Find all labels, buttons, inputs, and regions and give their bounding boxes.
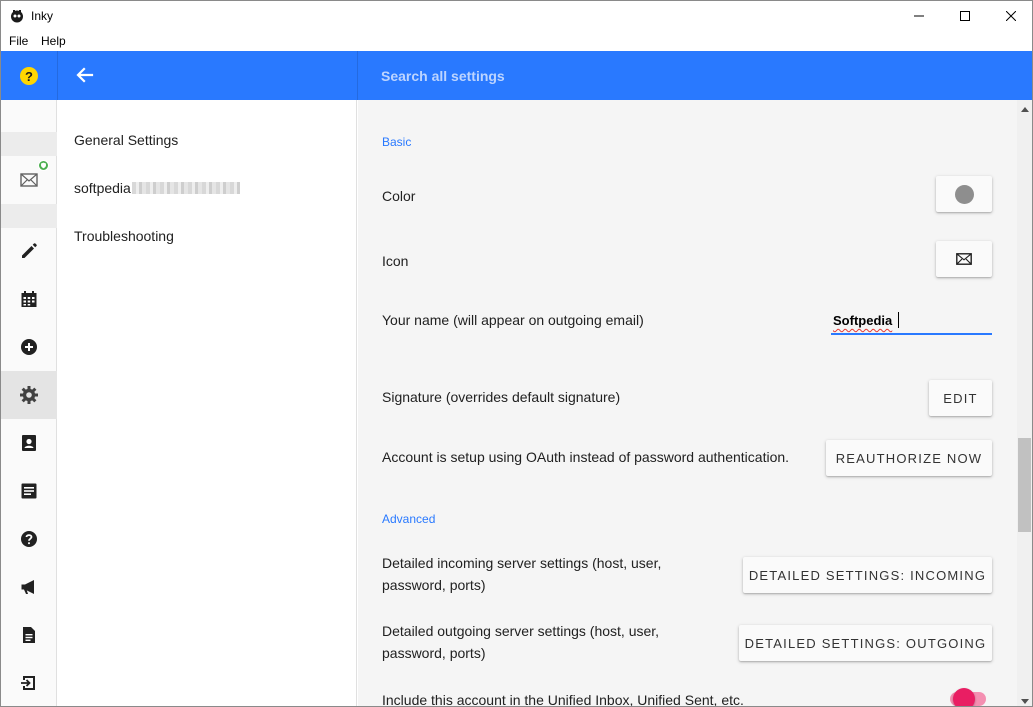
edit-signature-button[interactable]: EDIT	[929, 380, 992, 416]
rail-item-compose[interactable]	[1, 227, 57, 275]
rail-item-notes[interactable]	[1, 467, 57, 515]
app-header: ?	[1, 51, 1032, 100]
rail-item-settings[interactable]	[1, 371, 57, 419]
rail-item-add[interactable]	[1, 323, 57, 371]
incoming-label-line: Detailed incoming server settings (host,…	[382, 555, 662, 571]
nav-item-troubleshooting[interactable]: Troubleshooting	[74, 228, 174, 244]
redacted-email	[131, 182, 240, 194]
help-icon	[21, 531, 37, 547]
your-name-value: Softpedia	[833, 313, 893, 328]
rail-separator	[1, 204, 57, 228]
close-button[interactable]	[988, 1, 1032, 31]
app-window: Inky File Help ? Search all settings Gen…	[0, 0, 1033, 707]
document-icon	[23, 627, 35, 643]
incoming-label: Detailed incoming server settings (host,…	[382, 552, 661, 596]
plus-circle-icon	[21, 339, 37, 355]
chevron-down-icon	[1020, 698, 1029, 704]
header-divider	[357, 51, 358, 100]
detailed-incoming-button[interactable]: DETAILED SETTINGS: INCOMING	[743, 557, 992, 593]
megaphone-icon	[21, 580, 34, 594]
mail-icon	[20, 173, 38, 187]
maximize-button[interactable]	[942, 1, 988, 31]
nav-item-label: Troubleshooting	[74, 228, 174, 244]
outgoing-label-line: password, ports)	[382, 645, 486, 661]
reauthorize-button[interactable]: REAUTHORIZE NOW	[826, 440, 992, 476]
help-badge-icon[interactable]: ?	[20, 67, 38, 85]
settings-nav: General Settings softpedia Troubleshooti…	[58, 100, 357, 706]
signature-label: Signature (overrides default signature)	[382, 389, 621, 405]
rail-item-document[interactable]	[1, 611, 57, 659]
minimize-icon	[914, 15, 924, 17]
nav-item-label: softpedia	[74, 180, 131, 196]
incoming-label-line: password, ports)	[382, 577, 486, 593]
contacts-icon	[22, 435, 36, 451]
scrollbar-thumb[interactable]	[1018, 438, 1031, 532]
icon-label: Icon	[382, 253, 409, 269]
icon-rail	[1, 100, 57, 706]
menu-help[interactable]: Help	[41, 34, 66, 48]
your-name-input[interactable]: Softpedia	[831, 304, 992, 335]
outgoing-label: Detailed outgoing server settings (host,…	[382, 620, 659, 664]
rail-item-logout[interactable]	[1, 659, 57, 706]
section-title-advanced: Advanced	[382, 512, 436, 526]
rail-separator	[1, 132, 57, 156]
rail-item-calendar[interactable]	[1, 275, 57, 323]
settings-panel: Basic Color Icon Your name (will appear …	[358, 100, 1017, 707]
rail-item-help[interactable]	[1, 515, 57, 563]
pencil-icon	[22, 243, 37, 258]
rail-item-announcements[interactable]	[1, 563, 57, 611]
outgoing-label-line: Detailed outgoing server settings (host,…	[382, 623, 660, 639]
chevron-up-icon	[1020, 106, 1029, 112]
rail-item-contacts[interactable]	[1, 419, 57, 467]
minimize-button[interactable]	[896, 1, 942, 31]
nav-item-general-settings[interactable]: General Settings	[74, 132, 178, 148]
menu-bar: File Help	[1, 31, 1032, 51]
title-bar: Inky	[1, 1, 1032, 31]
maximize-icon	[960, 11, 970, 21]
shield-icon	[38, 160, 49, 171]
menu-file[interactable]: File	[9, 34, 28, 48]
section-title-basic: Basic	[382, 135, 412, 149]
logout-icon	[21, 676, 35, 690]
unified-inbox-toggle-knob[interactable]	[953, 688, 975, 706]
calendar-icon	[21, 291, 37, 307]
vertical-scrollbar[interactable]	[1017, 100, 1032, 706]
window-title: Inky	[31, 9, 54, 23]
detailed-outgoing-button[interactable]: DETAILED SETTINGS: OUTGOING	[739, 625, 992, 661]
icon-picker-button[interactable]	[936, 241, 992, 277]
nav-item-label: General Settings	[74, 132, 179, 148]
text-caret	[898, 312, 899, 328]
color-label: Color	[382, 188, 416, 204]
inky-logo-icon	[11, 10, 23, 23]
color-swatch	[954, 184, 974, 204]
search-settings-input[interactable]	[381, 66, 981, 86]
unified-inbox-label: Include this account in the Unified Inbo…	[382, 692, 744, 707]
back-arrow-icon[interactable]	[75, 65, 95, 85]
nav-item-account[interactable]: softpedia	[74, 180, 240, 196]
close-icon	[1006, 11, 1016, 21]
mail-icon	[956, 253, 972, 265]
gear-icon	[20, 386, 38, 404]
your-name-label: Your name (will appear on outgoing email…	[382, 312, 644, 328]
scroll-down-button[interactable]	[1017, 695, 1032, 706]
header-divider	[57, 51, 58, 100]
scroll-up-button[interactable]	[1017, 103, 1032, 115]
oauth-label: Account is setup using OAuth instead of …	[382, 449, 790, 465]
notes-icon	[21, 483, 37, 499]
color-picker-button[interactable]	[936, 176, 992, 212]
